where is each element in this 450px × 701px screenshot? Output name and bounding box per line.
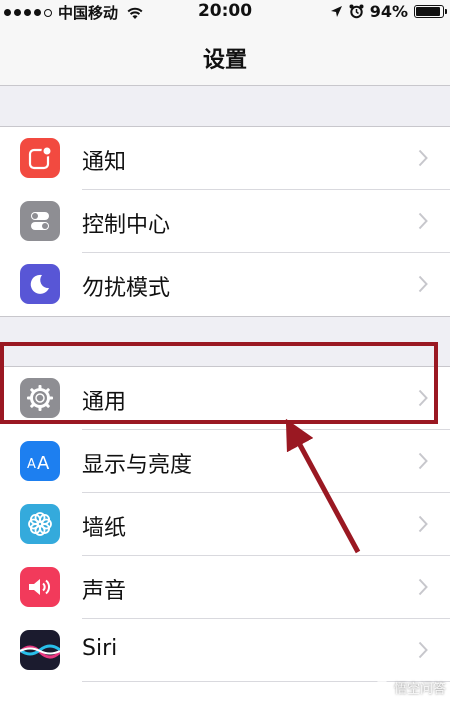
chevron-right-icon (418, 149, 428, 167)
do-not-disturb-icon (20, 264, 60, 304)
notifications-icon (20, 138, 60, 178)
battery-percent: 94% (369, 2, 408, 21)
watermark-logo-icon (373, 679, 390, 696)
display-brightness-icon: A A (20, 441, 60, 481)
settings-row-display-brightness[interactable]: A A 显示与亮度 (0, 430, 450, 493)
svg-text:A: A (27, 457, 36, 472)
settings-row-label: 勿扰模式 (82, 276, 171, 301)
page-title: 设置 (202, 48, 247, 73)
settings-row-sounds[interactable]: 声音 (0, 556, 450, 619)
chevron-right-icon (418, 212, 428, 230)
battery-level-fill (416, 7, 441, 16)
svg-text:A: A (37, 453, 50, 472)
settings-row-siri[interactable]: Siri (0, 619, 450, 682)
settings-row-label: 通知 (82, 150, 127, 175)
watermark: 悟空问答 (373, 678, 446, 697)
status-bar: 中国移动 20:00 94% (0, 0, 450, 24)
settings-row-do-not-disturb[interactable]: 勿扰模式 (0, 253, 450, 316)
navigation-bar: 设置 (0, 24, 450, 86)
watermark-text: 悟空问答 (393, 682, 446, 697)
settings-row-label: 显示与亮度 (82, 453, 193, 478)
chevron-right-icon (418, 452, 428, 470)
settings-row-wallpaper[interactable]: 墙纸 (0, 493, 450, 556)
control-center-icon (20, 201, 60, 241)
settings-group-1: 通知 控制中心 勿扰模式 (0, 126, 450, 317)
siri-icon (20, 630, 60, 670)
chevron-right-icon (418, 275, 428, 293)
status-right: 94% (330, 2, 447, 21)
sounds-icon (20, 567, 60, 607)
settings-row-control-center[interactable]: 控制中心 (0, 190, 450, 253)
chevron-right-icon (418, 515, 428, 533)
chevron-right-icon (418, 578, 428, 596)
highlight-box (0, 342, 438, 424)
alarm-clock-icon (349, 4, 364, 19)
settings-row-label: 声音 (82, 579, 127, 604)
chevron-right-icon (418, 641, 428, 659)
settings-row-label: 控制中心 (82, 213, 171, 238)
battery-icon (414, 5, 447, 18)
wallpaper-icon (20, 504, 60, 544)
settings-row-label: 墙纸 (82, 516, 127, 541)
settings-row-label: Siri (82, 636, 118, 661)
settings-row-notifications[interactable]: 通知 (0, 127, 450, 190)
location-arrow-icon (330, 6, 342, 17)
